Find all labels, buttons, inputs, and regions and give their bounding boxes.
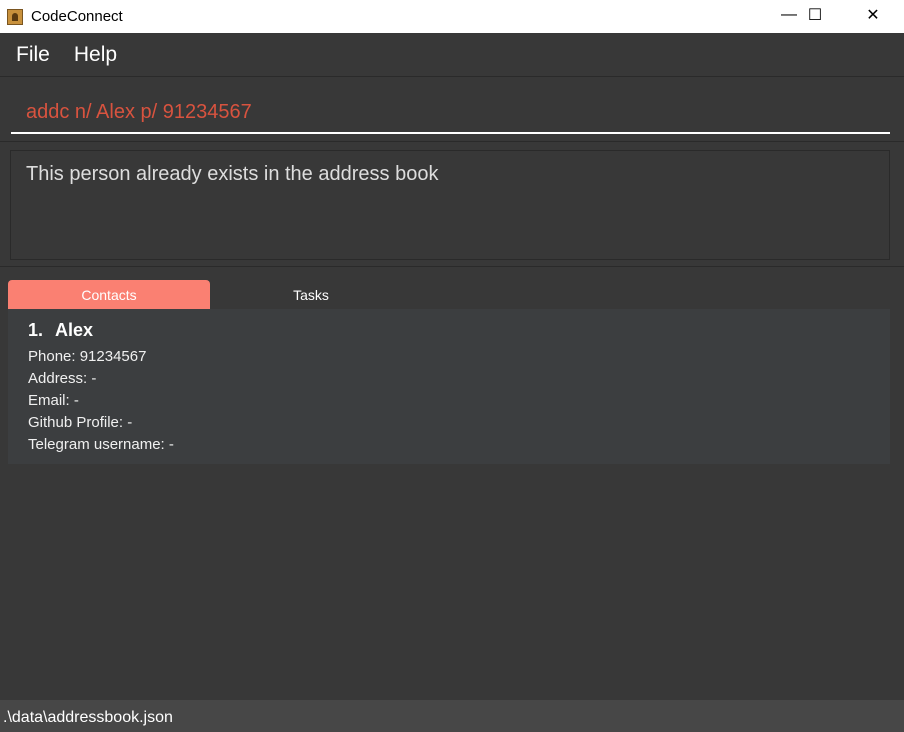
- window-title: CodeConnect: [31, 8, 123, 25]
- contact-index: 1.: [28, 320, 44, 340]
- status-bar-path: .\data\addressbook.json: [0, 700, 904, 732]
- contact-telegram: Telegram username: -: [28, 436, 174, 453]
- app-icon: [7, 8, 23, 25]
- tab-contacts[interactable]: Contacts: [8, 280, 210, 309]
- command-input[interactable]: [11, 92, 890, 134]
- contact-address: Address: -: [28, 370, 97, 387]
- maximize-button[interactable]: ☐: [792, 0, 838, 30]
- tab-tasks[interactable]: Tasks: [210, 280, 412, 309]
- tab-bar: Contacts Tasks: [8, 280, 412, 309]
- contact-name: Alex: [55, 320, 94, 340]
- close-button[interactable]: ✕: [850, 0, 896, 30]
- menu-file[interactable]: File: [16, 43, 50, 67]
- contact-phone: Phone: 91234567: [28, 348, 147, 365]
- contact-card[interactable]: 1. Alex Phone: 91234567 Address: - Email:…: [8, 309, 890, 464]
- command-box: [0, 78, 904, 142]
- contact-github: Github Profile: -: [28, 414, 133, 431]
- menu-help[interactable]: Help: [74, 43, 117, 67]
- title-bar: CodeConnect — ☐ ✕: [0, 0, 904, 33]
- contact-name-row: 1. Alex: [28, 320, 870, 341]
- contact-email: Email: -: [28, 392, 79, 409]
- result-display: This person already exists in the addres…: [10, 150, 890, 260]
- divider: [0, 266, 904, 267]
- menu-bar: File Help: [0, 33, 904, 77]
